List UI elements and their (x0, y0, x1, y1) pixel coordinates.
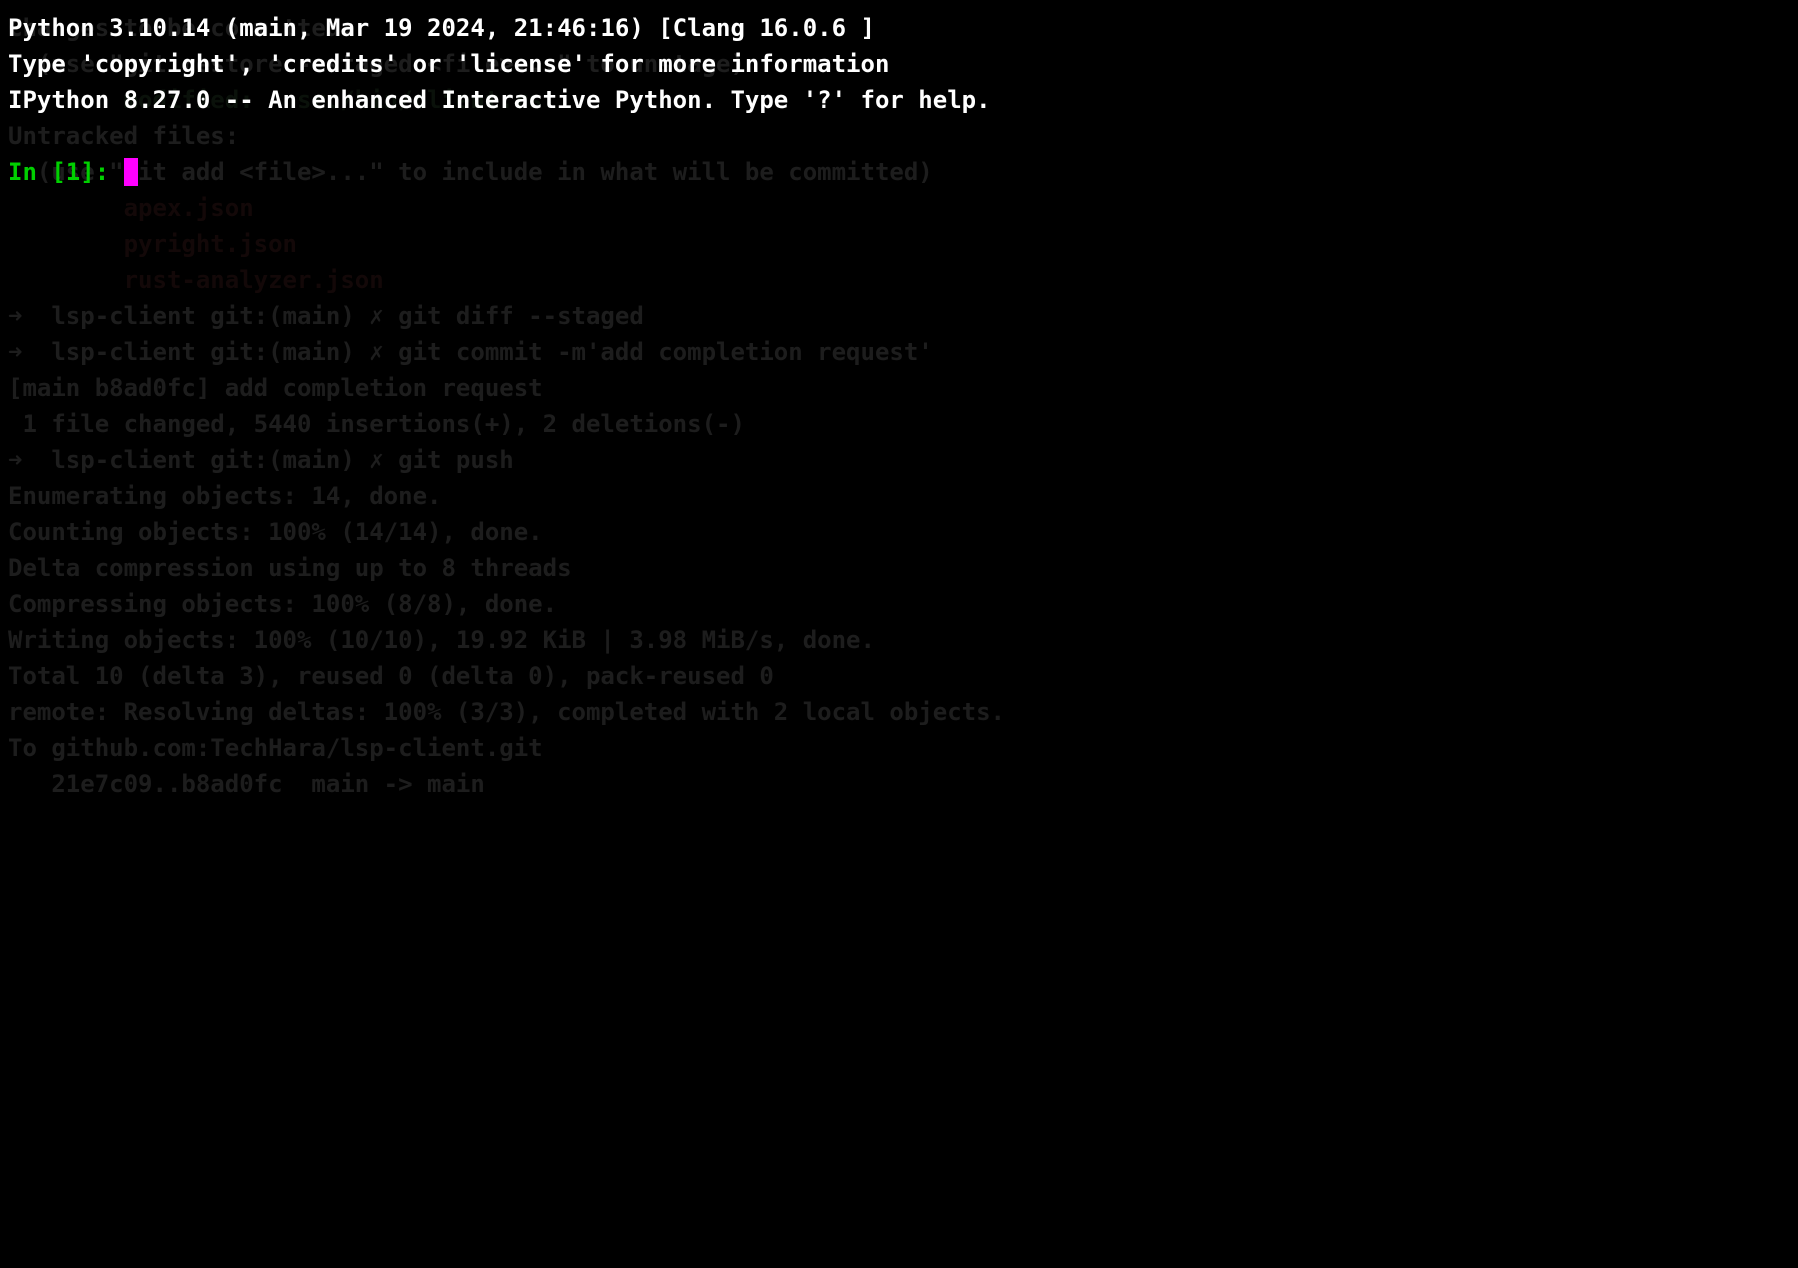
bg-line: Total 10 (delta 3), reused 0 (delta 0), … (8, 658, 1005, 694)
bg-line: [main b8ad0fc] add completion request (8, 370, 1005, 406)
background-ghost-layer: Changes to be committed: (use "git resto… (8, 10, 1005, 802)
bg-line: pyright.json (8, 226, 1005, 262)
bg-line: To github.com:TechHara/lsp-client.git (8, 730, 1005, 766)
bg-line: Delta compression using up to 8 threads (8, 550, 1005, 586)
prompt-label: In [1]: (8, 158, 124, 186)
python-help-line: Type 'copyright', 'credits' or 'license'… (8, 46, 1790, 82)
bg-line: 21e7c09..b8ad0fc main -> main (8, 766, 1005, 802)
bg-line: Enumerating objects: 14, done. (8, 478, 1005, 514)
bg-line: ➜ lsp-client git:(main) ✗ git commit -m'… (8, 334, 1005, 370)
bg-line: rust-analyzer.json (8, 262, 1005, 298)
cursor-icon (124, 158, 138, 186)
python-version-line: Python 3.10.14 (main, Mar 19 2024, 21:46… (8, 10, 1790, 46)
ipython-version-line: IPython 8.27.0 -- An enhanced Interactiv… (8, 82, 1790, 118)
bg-line: remote: Resolving deltas: 100% (3/3), co… (8, 694, 1005, 730)
bg-line: ➜ lsp-client git:(main) ✗ git diff --sta… (8, 298, 1005, 334)
bg-line: Counting objects: 100% (14/14), done. (8, 514, 1005, 550)
bg-line: 1 file changed, 5440 insertions(+), 2 de… (8, 406, 1005, 442)
bg-line: Compressing objects: 100% (8/8), done. (8, 586, 1005, 622)
bg-line: Writing objects: 100% (10/10), 19.92 KiB… (8, 622, 1005, 658)
bg-line: Untracked files: (8, 118, 1005, 154)
ipython-prompt[interactable]: In [1]: (8, 154, 1790, 190)
bg-line: ➜ lsp-client git:(main) ✗ git push (8, 442, 1005, 478)
bg-line: apex.json (8, 190, 1005, 226)
